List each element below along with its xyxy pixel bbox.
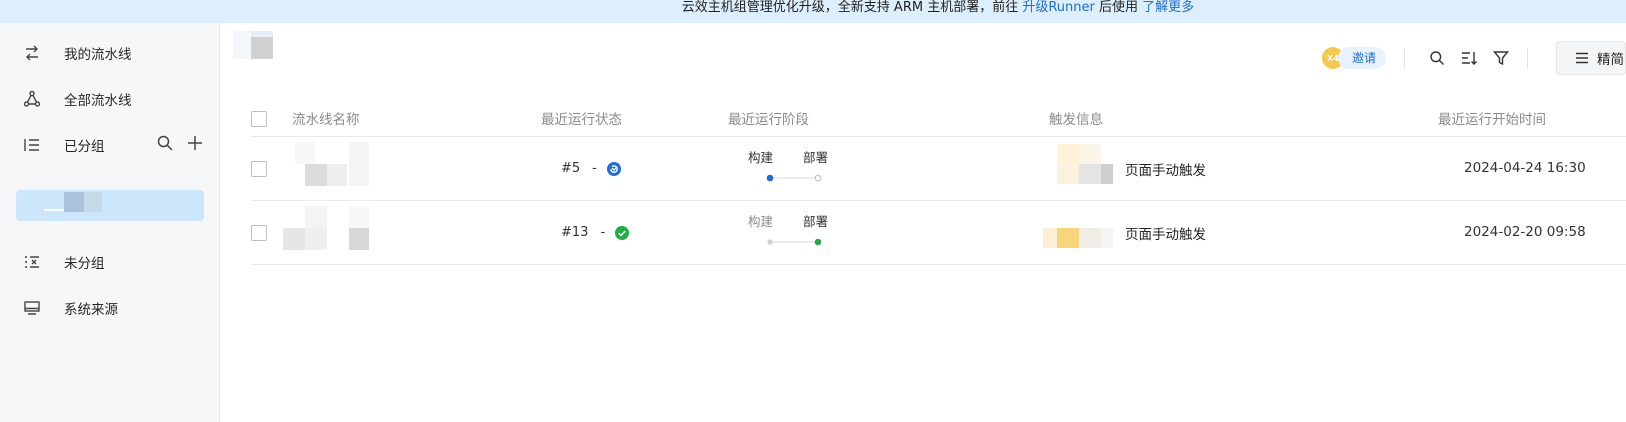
table-row[interactable]: #5 - 构建 部署 页面手动触发 2024-04-24 16:30 [251,138,1626,201]
redacted-block [349,206,369,228]
monitor-icon [24,301,40,315]
run-number: #13 [561,225,589,240]
view-mode-button[interactable]: 精简 [1556,41,1626,75]
redacted-block [1043,228,1057,248]
column-header-start-time: 最近运行开始时间 [1438,112,1546,128]
run-dash: - [600,225,606,240]
redacted-block [283,228,305,250]
redacted-block [233,31,251,59]
redacted-block [1057,144,1079,164]
run-number: #5 [561,161,581,176]
upgrade-runner-link[interactable]: 升级Runner [1022,0,1095,15]
last-run-status[interactable]: #5 - [561,161,621,176]
sidebar-item-label: 未分组 [64,256,105,272]
stage-build-label: 构建 [748,214,774,229]
redacted-block [251,31,273,37]
stage-deploy-label: 部署 [803,150,829,165]
select-all-checkbox[interactable] [251,111,267,127]
stage-labels: 构建 部署 [748,211,828,230]
redacted-block [1079,228,1101,248]
filter-icon[interactable] [1493,50,1509,66]
sidebar-item-ungrouped[interactable]: 未分组 [0,241,220,281]
main-toolbar: X4 邀请 精简 [1321,41,1626,75]
redacted-block [1057,164,1079,184]
add-group-icon[interactable] [186,134,204,152]
redacted-block [349,142,369,186]
sidebar-item-label: 全部流水线 [64,93,132,109]
sidebar-group-selected[interactable] [16,190,204,221]
redacted-block [251,37,273,59]
redacted-block [64,192,84,212]
sidebar-item-label: 已分组 [64,139,105,155]
column-header-stage: 最近运行阶段 [728,112,809,128]
sidebar-item-label: 系统来源 [64,302,118,318]
redacted-block [1079,144,1101,164]
row-checkbox[interactable] [251,161,267,177]
redacted-block [44,209,64,211]
list-icon [24,139,39,151]
stage-deploy-label: 部署 [803,214,829,229]
sidebar-item-system-source[interactable]: 系统来源 [0,287,220,327]
list-x-icon [25,256,39,268]
invite-button[interactable]: 邀请 [1337,47,1386,69]
divider [1404,48,1405,68]
success-icon [615,225,630,240]
announcement-banner: 云效主机组管理优化升级，全新支持 ARM 主机部署，前往 升级Runner 后使… [0,0,1626,23]
search-icon[interactable] [1429,50,1445,66]
main-content: X4 邀请 精简 流水线名称 最近运行状态 最近运行阶段 触发信息 最近运行开始… [221,23,1626,422]
nodes-icon [23,90,41,107]
learn-more-link[interactable]: 了解更多 [1142,0,1194,15]
run-dash: - [592,161,597,176]
redacted-block [349,228,369,250]
column-header-status: 最近运行状态 [541,112,622,128]
redacted-block [295,142,315,164]
menu-icon [1576,52,1588,64]
trigger-info: 页面手动触发 [1125,227,1206,243]
start-time: 2024-04-24 16:30 [1464,160,1586,176]
last-run-status[interactable]: #13 - [561,225,630,240]
banner-text: 云效主机组管理优化升级，全新支持 ARM 主机部署，前往 [681,0,1019,15]
search-icon[interactable] [156,134,174,152]
table-row[interactable]: #13 - 构建 部署 页面手动触发 2024-02-20 09:58 [251,202,1626,265]
stage-build-label: 构建 [748,150,774,165]
redacted-block [1101,164,1113,184]
view-mode-label: 精简 [1597,52,1624,68]
sidebar-item-grouped[interactable]: 已分组 [0,124,220,164]
start-time: 2024-02-20 09:58 [1464,224,1586,240]
sort-icon[interactable] [1461,50,1477,66]
redacted-block [305,164,327,186]
column-header-name: 流水线名称 [292,112,360,128]
sidebar: 我的流水线 全部流水线 已分组 未分组 系统来源 [0,23,220,422]
trigger-info: 页面手动触发 [1125,163,1206,179]
stage-labels: 构建 部署 [748,147,828,166]
redacted-block [305,228,327,250]
table-header: 流水线名称 最近运行状态 最近运行阶段 触发信息 最近运行开始时间 [251,99,1626,137]
redacted-block [1057,228,1079,248]
redacted-block [1079,164,1101,184]
redacted-block [84,192,102,212]
divider [1527,48,1528,68]
redacted-block [305,206,327,228]
sidebar-item-label: 我的流水线 [64,47,132,63]
redacted-block [1101,228,1113,248]
redacted-block [327,164,347,186]
row-checkbox[interactable] [251,225,267,241]
banner-text-middle: 后使用 [1099,0,1139,15]
sidebar-item-all-pipelines[interactable]: 全部流水线 [0,78,220,118]
stage-progress[interactable] [766,174,822,182]
column-header-trigger: 触发信息 [1049,112,1103,128]
sidebar-item-my-pipelines[interactable]: 我的流水线 [0,32,220,72]
running-icon [606,161,621,176]
swap-icon [26,45,38,61]
stage-progress[interactable] [766,238,822,246]
